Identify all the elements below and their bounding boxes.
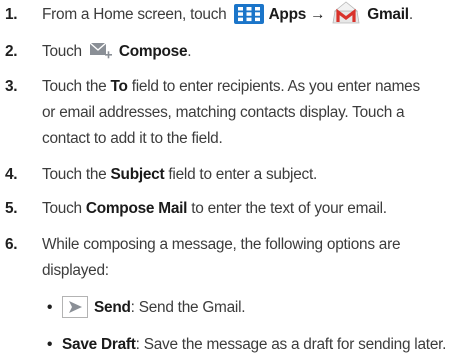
step-3-lead: Touch the	[42, 78, 107, 95]
step-text: From a Home screen, touch Apps → Gmail.	[42, 1, 413, 28]
apps-label: Apps	[268, 6, 307, 23]
step-text: Touch the To field to enter recipients. …	[42, 74, 420, 100]
step-number: 5.	[5, 200, 18, 217]
bullet: •	[47, 336, 53, 353]
step-3-line-2: or email addresses, matching contacts di…	[42, 104, 405, 121]
save-draft-label: Save Draft	[62, 336, 136, 353]
save-draft-desc: : Save the message as a draft for sendin…	[135, 336, 447, 353]
step-5-lead: Touch	[42, 200, 82, 217]
to-field-label: To	[110, 78, 128, 95]
step-1-lead: From a Home screen, touch	[42, 6, 227, 23]
step-3-line-3: contact to add it to the field.	[42, 130, 223, 147]
step-2-lead: Touch	[42, 43, 82, 60]
gmail-envelope-icon	[331, 1, 361, 25]
bullet: •	[47, 299, 53, 316]
step-number: 1.	[5, 6, 18, 23]
apps-grid-icon	[233, 3, 264, 24]
step-1-end: .	[408, 6, 413, 23]
option-text: Send: Send the Gmail.	[62, 295, 246, 321]
gmail-label: Gmail	[367, 6, 409, 23]
step-text: Touch the Subject field to enter a subje…	[42, 162, 317, 188]
step-number: 2.	[5, 43, 18, 60]
send-label: Send	[94, 299, 131, 316]
step-4-lead: Touch the	[42, 166, 107, 183]
step-2-end: .	[187, 43, 192, 60]
step-number: 4.	[5, 166, 18, 183]
compose-mail-label: Compose Mail	[85, 200, 188, 217]
step-number: 6.	[5, 236, 18, 253]
step-text: Touch Compose Mail to enter the text of …	[42, 196, 387, 222]
compose-label: Compose	[118, 43, 188, 60]
compose-mail-icon	[89, 41, 113, 61]
step-6-line-2: displayed:	[42, 262, 109, 279]
arrow-glyph: →	[310, 6, 326, 23]
option-text: Save Draft: Save the message as a draft …	[62, 332, 446, 358]
instruction-page: 1. From a Home screen, touch Apps → Gmai…	[0, 0, 466, 362]
send-arrow-icon	[62, 295, 88, 318]
step-number: 3.	[5, 78, 18, 95]
step-text: Touch Compose.	[42, 39, 192, 65]
send-desc: : Send the Gmail.	[130, 299, 246, 316]
step-5-rest: to enter the text of your email.	[191, 200, 387, 217]
subject-field-label: Subject	[110, 166, 165, 183]
step-3-line-1: field to enter recipients. As you enter …	[131, 78, 420, 95]
step-6-line-1: While composing a message, the following…	[42, 236, 401, 253]
step-4-rest: field to enter a subject.	[168, 166, 318, 183]
